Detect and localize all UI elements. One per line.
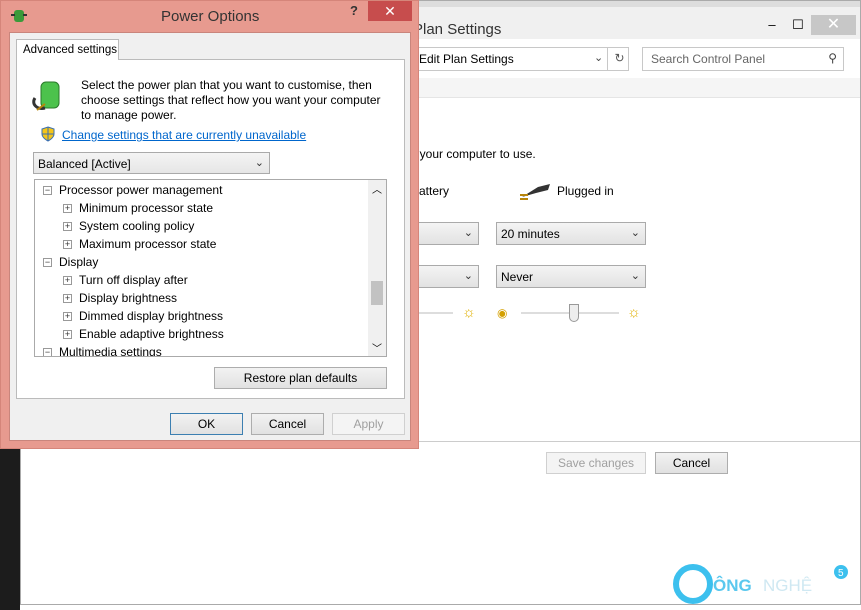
ok-button[interactable]: OK	[170, 413, 243, 435]
address-bar[interactable]: Edit Plan Settings ⌄ ↻	[401, 47, 629, 71]
maximize-button[interactable]: ☐	[785, 15, 811, 35]
dialog-body: Advanced settings Select the power plan …	[9, 32, 411, 441]
tree-item[interactable]: − Display	[43, 255, 98, 273]
description-text: t your computer to use.	[413, 147, 536, 161]
tree-item[interactable]: − Processor power management	[43, 183, 222, 201]
select-value: Never	[501, 270, 534, 284]
intro-line: choose settings that reflect how you wan…	[81, 93, 381, 107]
change-settings-link[interactable]: Change settings that are currently unava…	[62, 128, 306, 142]
save-changes-button[interactable]: Save changes	[546, 452, 646, 474]
tree-item-label: System cooling policy	[79, 219, 195, 233]
intro-line: Select the power plan that you want to c…	[81, 78, 372, 92]
tree-item-label: Dimmed display brightness	[79, 309, 224, 323]
tree-item-label: Multimedia settings	[59, 345, 162, 357]
slider-thumb[interactable]	[569, 304, 580, 322]
expand-icon[interactable]: +	[63, 240, 72, 249]
apply-button[interactable]: Apply	[332, 413, 405, 435]
dim-sun-icon: ◉	[497, 306, 508, 320]
select-value: 20 minutes	[501, 227, 560, 241]
cancel-button[interactable]: Cancel	[251, 413, 324, 435]
tab-advanced-settings[interactable]: Advanced settings	[16, 39, 119, 60]
watermark-logo: ÔNG NGHỆ 5	[673, 564, 853, 604]
close-button[interactable]: ✕	[368, 1, 412, 21]
tree-item[interactable]: + Display brightness	[63, 291, 177, 309]
brightness-plugged-slider[interactable]	[521, 304, 619, 322]
intro-line: to manage power.	[81, 108, 177, 122]
battery-plug-icon	[32, 81, 60, 111]
search-input[interactable]: Search Control Panel ⚲	[642, 47, 844, 71]
scrollbar[interactable]: ︿ ﹀	[368, 180, 386, 356]
cancel-button[interactable]: Cancel	[655, 452, 728, 474]
uac-shield-icon	[41, 126, 55, 142]
dialog-title: Power Options	[161, 8, 260, 25]
search-icon[interactable]: ⚲	[828, 51, 837, 65]
tree-item[interactable]: − Multimedia settings	[43, 345, 162, 357]
tree-item[interactable]: + Maximum processor state	[63, 237, 216, 255]
select-value: Balanced [Active]	[38, 157, 131, 171]
tree-item-label: Display	[59, 255, 99, 269]
scrollbar-thumb[interactable]	[371, 281, 383, 305]
tree-item-label: Maximum processor state	[79, 237, 217, 251]
restore-plan-defaults-button[interactable]: Restore plan defaults	[214, 367, 387, 389]
on-battery-label: attery	[419, 184, 450, 198]
expand-icon[interactable]: +	[63, 312, 72, 321]
svg-text:ÔNG: ÔNG	[713, 576, 752, 595]
close-button[interactable]: ✕	[811, 15, 856, 35]
power-options-icon	[11, 10, 27, 22]
plugged-in-label: Plugged in	[557, 184, 614, 198]
settings-tree[interactable]: − Processor power management + Minimum proc…	[34, 179, 387, 357]
expand-icon[interactable]: +	[63, 294, 72, 303]
expand-icon[interactable]: +	[63, 276, 72, 285]
address-text: Edit Plan Settings	[419, 52, 514, 66]
collapse-icon[interactable]: −	[43, 348, 52, 356]
refresh-icon[interactable]: ↻	[607, 47, 631, 71]
tree-item-label: Enable adaptive brightness	[79, 327, 224, 341]
dim-display-plugged-select[interactable]: 20 minutes ⌄	[496, 222, 646, 245]
collapse-icon[interactable]: −	[43, 258, 52, 267]
chevron-down-icon[interactable]: ⌄	[594, 51, 603, 64]
expand-icon[interactable]: +	[63, 204, 72, 213]
svg-text:5: 5	[838, 568, 844, 579]
tree-item[interactable]: + System cooling policy	[63, 219, 194, 237]
sun-icon: ☼	[462, 304, 476, 321]
expand-icon[interactable]: +	[63, 222, 72, 231]
expand-icon[interactable]: +	[63, 330, 72, 339]
tree-item[interactable]: + Enable adaptive brightness	[63, 327, 224, 345]
plan-select[interactable]: Balanced [Active] ⌄	[33, 152, 270, 174]
svg-text:NGHỆ: NGHỆ	[763, 576, 812, 595]
tree-item[interactable]: + Minimum processor state	[63, 201, 213, 219]
tree-item-label: Processor power management	[59, 183, 223, 197]
sun-icon: ☼	[627, 304, 641, 321]
tree-item-label: Minimum processor state	[79, 201, 214, 215]
power-options-dialog: Power Options ? ✕ Advanced settings Sele…	[0, 0, 419, 449]
desktop-strip	[0, 440, 20, 610]
tree-item-label: Display brightness	[79, 291, 178, 305]
plug-icon	[520, 184, 550, 200]
help-button[interactable]: ?	[350, 3, 358, 18]
tree-item[interactable]: + Turn off display after	[63, 273, 188, 291]
tab-panel: Select the power plan that you want to c…	[16, 59, 405, 399]
tree-item[interactable]: + Dimmed display brightness	[63, 309, 223, 327]
scroll-down-icon[interactable]: ﹀	[372, 340, 382, 355]
sleep-plugged-select[interactable]: Never ⌄	[496, 265, 646, 288]
tree-item-label: Turn off display after	[79, 273, 188, 287]
collapse-icon[interactable]: −	[43, 186, 52, 195]
search-placeholder: Search Control Panel	[651, 52, 766, 66]
scroll-up-icon[interactable]: ︿	[372, 181, 382, 196]
minimize-button[interactable]: ‒	[759, 15, 785, 35]
tree-items: − Processor power management + Minimum proc…	[35, 180, 368, 356]
window-title: Plan Settings	[413, 21, 502, 38]
